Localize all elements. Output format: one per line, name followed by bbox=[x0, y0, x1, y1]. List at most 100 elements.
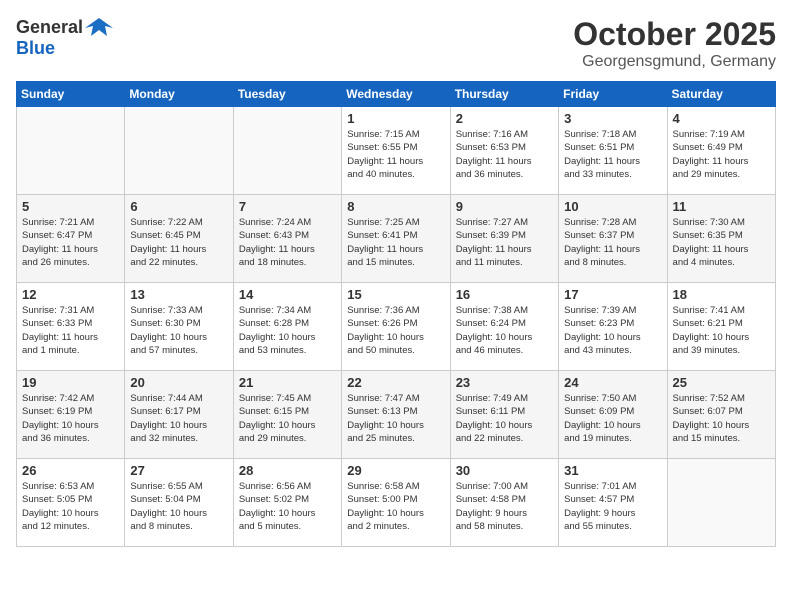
calendar-cell: 5 Sunrise: 7:21 AM Sunset: 6:47 PM Daylig… bbox=[17, 195, 125, 283]
day-info: Sunrise: 6:58 AM Sunset: 5:00 PM Dayligh… bbox=[347, 480, 445, 533]
day-number: 14 bbox=[239, 287, 337, 302]
calendar-cell: 21 Sunrise: 7:45 AM Sunset: 6:15 PM Dayli… bbox=[233, 371, 341, 459]
calendar-week-row: 26Sunrise: 6:53 AM Sunset: 5:05 PM Dayli… bbox=[17, 459, 776, 547]
calendar-cell: 16 Sunrise: 7:38 AM Sunset: 6:24 PM Dayli… bbox=[450, 283, 558, 371]
calendar-cell: 20 Sunrise: 7:44 AM Sunset: 6:17 PM Dayli… bbox=[125, 371, 233, 459]
day-number: 5 bbox=[22, 199, 120, 214]
day-number: 10 bbox=[564, 199, 662, 214]
day-number: 23 bbox=[456, 375, 554, 390]
weekday-header: Tuesday bbox=[233, 82, 341, 107]
day-info: Sunrise: 7:47 AM Sunset: 6:13 PM Dayligh… bbox=[347, 392, 445, 445]
day-info: Sunrise: 7:22 AM Sunset: 6:45 PM Dayligh… bbox=[130, 216, 228, 269]
day-info: Sunrise: 7:44 AM Sunset: 6:17 PM Dayligh… bbox=[130, 392, 228, 445]
calendar-cell: 2 Sunrise: 7:16 AM Sunset: 6:53 PM Daylig… bbox=[450, 107, 558, 195]
calendar-cell: 7Sunrise: 7:24 AM Sunset: 6:43 PM Daylig… bbox=[233, 195, 341, 283]
logo-blue-text: Blue bbox=[16, 38, 55, 58]
day-info: Sunrise: 7:31 AM Sunset: 6:33 PM Dayligh… bbox=[22, 304, 120, 357]
day-number: 17 bbox=[564, 287, 662, 302]
calendar-cell: 14 Sunrise: 7:34 AM Sunset: 6:28 PM Dayli… bbox=[233, 283, 341, 371]
calendar-cell: 24 Sunrise: 7:50 AM Sunset: 6:09 PM Dayli… bbox=[559, 371, 667, 459]
calendar-cell: 29 Sunrise: 6:58 AM Sunset: 5:00 PM Dayli… bbox=[342, 459, 450, 547]
weekday-header: Wednesday bbox=[342, 82, 450, 107]
calendar-cell: 23 Sunrise: 7:49 AM Sunset: 6:11 PM Dayli… bbox=[450, 371, 558, 459]
calendar-cell: 6 Sunrise: 7:22 AM Sunset: 6:45 PM Daylig… bbox=[125, 195, 233, 283]
day-number: 28 bbox=[239, 463, 337, 478]
calendar-cell: 28 Sunrise: 6:56 AM Sunset: 5:02 PM Dayli… bbox=[233, 459, 341, 547]
page-header: General Blue October 2025 Georgensgmund,… bbox=[16, 16, 776, 71]
calendar-cell: 17Sunrise: 7:39 AM Sunset: 6:23 PM Dayli… bbox=[559, 283, 667, 371]
calendar-cell: 10Sunrise: 7:28 AM Sunset: 6:37 PM Dayli… bbox=[559, 195, 667, 283]
calendar-cell: 8 Sunrise: 7:25 AM Sunset: 6:41 PM Daylig… bbox=[342, 195, 450, 283]
calendar-cell: 25 Sunrise: 7:52 AM Sunset: 6:07 PM Dayli… bbox=[667, 371, 775, 459]
day-number: 8 bbox=[347, 199, 445, 214]
day-number: 22 bbox=[347, 375, 445, 390]
calendar-cell bbox=[233, 107, 341, 195]
calendar-cell: 11 Sunrise: 7:30 AM Sunset: 6:35 PM Dayli… bbox=[667, 195, 775, 283]
calendar-cell: 18 Sunrise: 7:41 AM Sunset: 6:21 PM Dayli… bbox=[667, 283, 775, 371]
day-info: Sunrise: 7:38 AM Sunset: 6:24 PM Dayligh… bbox=[456, 304, 554, 357]
day-number: 12 bbox=[22, 287, 120, 302]
day-number: 16 bbox=[456, 287, 554, 302]
calendar-cell bbox=[125, 107, 233, 195]
day-number: 9 bbox=[456, 199, 554, 214]
day-number: 6 bbox=[130, 199, 228, 214]
calendar-week-row: 5 Sunrise: 7:21 AM Sunset: 6:47 PM Daylig… bbox=[17, 195, 776, 283]
weekday-header: Friday bbox=[559, 82, 667, 107]
day-number: 30 bbox=[456, 463, 554, 478]
day-info: Sunrise: 7:16 AM Sunset: 6:53 PM Dayligh… bbox=[456, 128, 554, 181]
day-number: 15 bbox=[347, 287, 445, 302]
calendar-cell: 9Sunrise: 7:27 AM Sunset: 6:39 PM Daylig… bbox=[450, 195, 558, 283]
logo: General Blue bbox=[16, 16, 113, 59]
calendar-cell: 1 Sunrise: 7:15 AM Sunset: 6:55 PM Daylig… bbox=[342, 107, 450, 195]
day-info: Sunrise: 7:01 AM Sunset: 4:57 PM Dayligh… bbox=[564, 480, 662, 533]
day-info: Sunrise: 7:18 AM Sunset: 6:51 PM Dayligh… bbox=[564, 128, 662, 181]
calendar-header-row: SundayMondayTuesdayWednesdayThursdayFrid… bbox=[17, 82, 776, 107]
calendar-cell: 4Sunrise: 7:19 AM Sunset: 6:49 PM Daylig… bbox=[667, 107, 775, 195]
day-number: 21 bbox=[239, 375, 337, 390]
day-number: 11 bbox=[673, 199, 771, 214]
day-number: 27 bbox=[130, 463, 228, 478]
calendar-cell: 15 Sunrise: 7:36 AM Sunset: 6:26 PM Dayli… bbox=[342, 283, 450, 371]
logo-general-text: General bbox=[16, 17, 83, 38]
day-info: Sunrise: 7:33 AM Sunset: 6:30 PM Dayligh… bbox=[130, 304, 228, 357]
calendar-cell: 12 Sunrise: 7:31 AM Sunset: 6:33 PM Dayli… bbox=[17, 283, 125, 371]
day-info: Sunrise: 7:24 AM Sunset: 6:43 PM Dayligh… bbox=[239, 216, 337, 269]
day-info: Sunrise: 7:52 AM Sunset: 6:07 PM Dayligh… bbox=[673, 392, 771, 445]
day-number: 20 bbox=[130, 375, 228, 390]
day-info: Sunrise: 7:34 AM Sunset: 6:28 PM Dayligh… bbox=[239, 304, 337, 357]
month-title: October 2025 bbox=[573, 16, 776, 53]
day-number: 4 bbox=[673, 111, 771, 126]
day-number: 26 bbox=[22, 463, 120, 478]
day-info: Sunrise: 6:55 AM Sunset: 5:04 PM Dayligh… bbox=[130, 480, 228, 533]
calendar-cell: 3Sunrise: 7:18 AM Sunset: 6:51 PM Daylig… bbox=[559, 107, 667, 195]
day-number: 29 bbox=[347, 463, 445, 478]
day-info: Sunrise: 6:56 AM Sunset: 5:02 PM Dayligh… bbox=[239, 480, 337, 533]
calendar-week-row: 1 Sunrise: 7:15 AM Sunset: 6:55 PM Daylig… bbox=[17, 107, 776, 195]
day-info: Sunrise: 7:42 AM Sunset: 6:19 PM Dayligh… bbox=[22, 392, 120, 445]
calendar-week-row: 19 Sunrise: 7:42 AM Sunset: 6:19 PM Dayli… bbox=[17, 371, 776, 459]
title-block: October 2025 Georgensgmund, Germany bbox=[573, 16, 776, 71]
day-number: 25 bbox=[673, 375, 771, 390]
calendar-week-row: 12 Sunrise: 7:31 AM Sunset: 6:33 PM Dayli… bbox=[17, 283, 776, 371]
calendar-cell bbox=[17, 107, 125, 195]
day-info: Sunrise: 7:00 AM Sunset: 4:58 PM Dayligh… bbox=[456, 480, 554, 533]
day-info: Sunrise: 7:45 AM Sunset: 6:15 PM Dayligh… bbox=[239, 392, 337, 445]
day-number: 24 bbox=[564, 375, 662, 390]
day-info: Sunrise: 7:21 AM Sunset: 6:47 PM Dayligh… bbox=[22, 216, 120, 269]
day-info: Sunrise: 7:41 AM Sunset: 6:21 PM Dayligh… bbox=[673, 304, 771, 357]
day-info: Sunrise: 7:25 AM Sunset: 6:41 PM Dayligh… bbox=[347, 216, 445, 269]
day-info: Sunrise: 7:15 AM Sunset: 6:55 PM Dayligh… bbox=[347, 128, 445, 181]
day-info: Sunrise: 7:49 AM Sunset: 6:11 PM Dayligh… bbox=[456, 392, 554, 445]
calendar-cell: 13Sunrise: 7:33 AM Sunset: 6:30 PM Dayli… bbox=[125, 283, 233, 371]
calendar-cell bbox=[667, 459, 775, 547]
day-number: 1 bbox=[347, 111, 445, 126]
weekday-header: Monday bbox=[125, 82, 233, 107]
weekday-header: Thursday bbox=[450, 82, 558, 107]
day-info: Sunrise: 7:36 AM Sunset: 6:26 PM Dayligh… bbox=[347, 304, 445, 357]
day-number: 19 bbox=[22, 375, 120, 390]
day-number: 18 bbox=[673, 287, 771, 302]
day-info: Sunrise: 7:50 AM Sunset: 6:09 PM Dayligh… bbox=[564, 392, 662, 445]
day-info: Sunrise: 7:30 AM Sunset: 6:35 PM Dayligh… bbox=[673, 216, 771, 269]
calendar-cell: 19 Sunrise: 7:42 AM Sunset: 6:19 PM Dayli… bbox=[17, 371, 125, 459]
day-number: 2 bbox=[456, 111, 554, 126]
